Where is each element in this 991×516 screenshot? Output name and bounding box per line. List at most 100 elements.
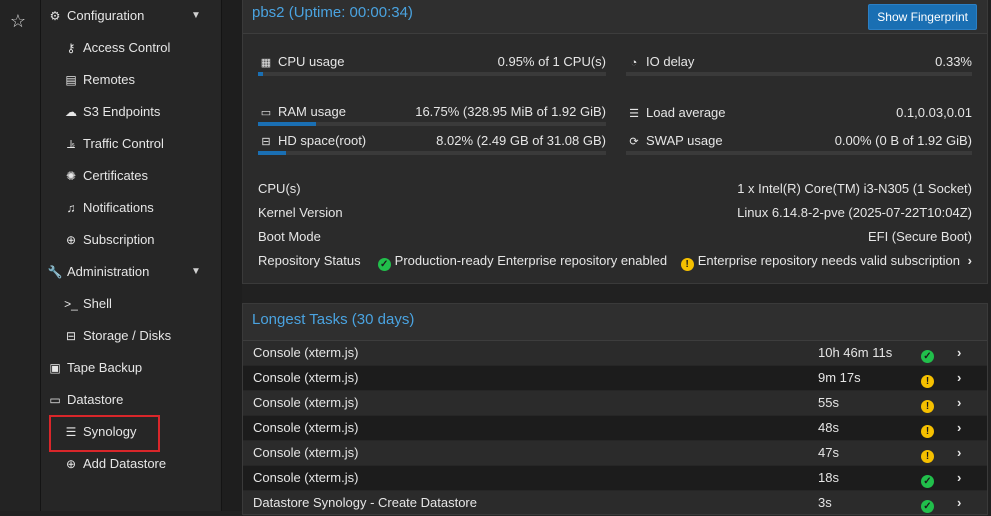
chevron-right-icon[interactable]: › [968, 249, 972, 273]
cpu-usage-stat: ▦ CPU usage 0.95% of 1 CPU(s) [258, 54, 606, 84]
key-icon: ⚷ [66, 41, 76, 55]
task-duration: 55s [818, 395, 839, 410]
cpus-value: 1 x Intel(R) Core(TM) i3-N305 (1 Socket) [737, 181, 972, 196]
table-row[interactable]: Console (xterm.js) 55s! › [243, 391, 987, 416]
splitter[interactable] [222, 0, 242, 511]
warning-circle-icon: ! [921, 416, 938, 440]
hdd-icon: ⊟ [261, 136, 271, 148]
wrench-icon: 🔧 [47, 265, 63, 279]
io-delay-bar [626, 72, 972, 76]
sidebar-item-shell[interactable]: >_ Shell [63, 288, 112, 320]
boot-mode-info-row: Boot Mode EFI (Secure Boot) [258, 225, 972, 249]
warning-circle-icon: ! [921, 441, 938, 465]
task-duration: 18s [818, 470, 839, 485]
caret-down-icon[interactable]: ▼ [191, 0, 203, 32]
ram-usage-label: RAM usage [278, 104, 346, 119]
task-duration: 3s [818, 495, 832, 510]
chevron-right-icon[interactable]: › [957, 391, 961, 415]
sidebar-item-label: Notifications [83, 200, 154, 215]
task-duration: 47s [818, 445, 839, 460]
tasks-list: Console (xterm.js) 10h 46m 11s ✓ › Console (… [243, 341, 987, 516]
sidebar-item-certificates[interactable]: ✺ Certificates [63, 160, 148, 192]
table-row[interactable]: Console (xterm.js) 48s! › [243, 416, 987, 441]
hd-space-bar [258, 151, 606, 155]
sidebar-item-tape-backup[interactable]: ▣ Tape Backup [47, 352, 142, 384]
hd-space-value: 8.02% (2.49 GB of 31.08 GB) [436, 133, 606, 148]
chevron-right-icon[interactable]: › [957, 441, 961, 465]
cpu-usage-bar [258, 72, 606, 76]
cpus-label: CPU(s) [258, 181, 301, 196]
chevron-right-icon[interactable]: › [957, 366, 961, 390]
check-circle-icon: ✓ [921, 491, 938, 515]
sidebar-item-access-control[interactable]: ⚷ Access Control [63, 32, 171, 64]
caret-down-icon[interactable]: ▼ [191, 256, 203, 288]
swap-usage-label: SWAP usage [646, 133, 723, 148]
chevron-right-icon[interactable]: › [957, 491, 961, 515]
sidebar-item-label: Administration [67, 264, 150, 279]
server-icon: ▤ [65, 73, 77, 87]
check-circle-icon: ✓ [921, 341, 938, 365]
warning-circle-icon: ! [921, 391, 938, 415]
show-fingerprint-button[interactable]: Show Fingerprint [868, 4, 977, 30]
sidebar-item-label: Add Datastore [83, 456, 167, 471]
table-row[interactable]: Datastore Synology - Create Datastore 3s ✓… [243, 491, 987, 516]
task-name: Console (xterm.js) [253, 470, 359, 485]
table-row[interactable]: Console (xterm.js) 9m 17s! › [243, 366, 987, 391]
support-icon: ⊕ [65, 233, 77, 247]
sidebar-item-label: Configuration [67, 8, 145, 23]
warning-circle-icon: ! [921, 366, 938, 390]
ram-usage-fill [258, 122, 317, 126]
swap-usage-value: 0.00% (0 B of 1.92 GiB) [834, 133, 972, 148]
sidebar-item-traffic-control[interactable]: ⫡ Traffic Control [63, 128, 164, 160]
sidebar-item-add-datastore[interactable]: ⊕ Add Datastore [63, 448, 166, 480]
task-name: Datastore Synology - Create Datastore [253, 495, 477, 510]
kernel-info-row: Kernel Version Linux 6.14.8-2-pve (2025-… [258, 201, 972, 225]
sidebar-item-label: Subscription [83, 232, 155, 247]
repo-warn-text: Enterprise repository needs valid subscr… [697, 253, 961, 268]
memory-icon: ▭ [260, 107, 272, 119]
task-name: Console (xterm.js) [253, 370, 359, 385]
clock-icon: ◔ [630, 57, 638, 69]
panel-header: pbs2 (Uptime: 00:00:34) Show Fingerprint [243, 0, 987, 34]
sidebar-item-configuration[interactable]: ⚙ Configuration ▼ [47, 0, 215, 32]
kernel-label: Kernel Version [258, 205, 343, 220]
cpu-icon: ▦ [260, 57, 272, 69]
sidebar-item-label: Access Control [83, 40, 171, 55]
star-icon[interactable]: ☆ [8, 10, 28, 32]
load-average-value: 0.1,0.03,0.01 [896, 105, 972, 120]
table-row[interactable]: Console (xterm.js) 47s! › [243, 441, 987, 466]
longest-tasks-panel: Longest Tasks (30 days) Console (xterm.j… [242, 303, 988, 516]
sidebar-item-label: Remotes [83, 72, 136, 87]
icon-bar: ☆ [0, 0, 41, 511]
sidebar-item-administration[interactable]: 🔧 Administration ▼ [47, 256, 215, 288]
sidebar-item-notifications[interactable]: ♫ Notifications [63, 192, 154, 224]
sidebar-item-datastore[interactable]: ▭ Datastore [47, 384, 123, 416]
sidebar-item-s3-endpoints[interactable]: ☁ S3 Endpoints [63, 96, 160, 128]
repository-status-value[interactable]: ✓ Production-ready Enterprise repository … [377, 249, 972, 273]
chevron-right-icon[interactable]: › [957, 416, 961, 440]
kernel-value: Linux 6.14.8-2-pve (2025-07-22T10:04Z) [737, 205, 972, 220]
archive-icon: ▭ [49, 393, 61, 407]
terminal-icon: >_ [64, 297, 78, 311]
sidebar-item-label: Tape Backup [67, 360, 143, 375]
sidebar-item-storage-disks[interactable]: ⊟ Storage / Disks [63, 320, 171, 352]
io-delay-label: IO delay [646, 54, 695, 69]
tape-icon: ▣ [49, 361, 61, 375]
sidebar-item-subscription[interactable]: ⊕ Subscription [63, 224, 155, 256]
sidebar-item-label: Traffic Control [83, 136, 164, 151]
check-circle-icon: ✓ [377, 258, 391, 271]
sidebar-item-remotes[interactable]: ▤ Remotes [63, 64, 135, 96]
cpu-usage-value: 0.95% of 1 CPU(s) [497, 54, 606, 69]
sidebar-item-label: Storage / Disks [83, 328, 172, 343]
table-row[interactable]: Console (xterm.js) 10h 46m 11s ✓ › [243, 341, 987, 366]
chevron-right-icon[interactable]: › [957, 341, 961, 365]
sidebar-item-label: Certificates [83, 168, 149, 183]
table-row[interactable]: Console (xterm.js) 18s ✓ › [243, 466, 987, 491]
ram-usage-value: 16.75% (328.95 MiB of 1.92 GiB) [415, 104, 606, 119]
swap-usage-stat: ⟳ SWAP usage 0.00% (0 B of 1.92 GiB) [626, 133, 972, 163]
chevron-right-icon[interactable]: › [957, 466, 961, 490]
io-delay-stat: ◔ IO delay 0.33% [626, 54, 972, 84]
bell-icon: ♫ [66, 201, 76, 215]
tasks-icon: ☰ [629, 108, 639, 120]
task-name: Console (xterm.js) [253, 445, 359, 460]
